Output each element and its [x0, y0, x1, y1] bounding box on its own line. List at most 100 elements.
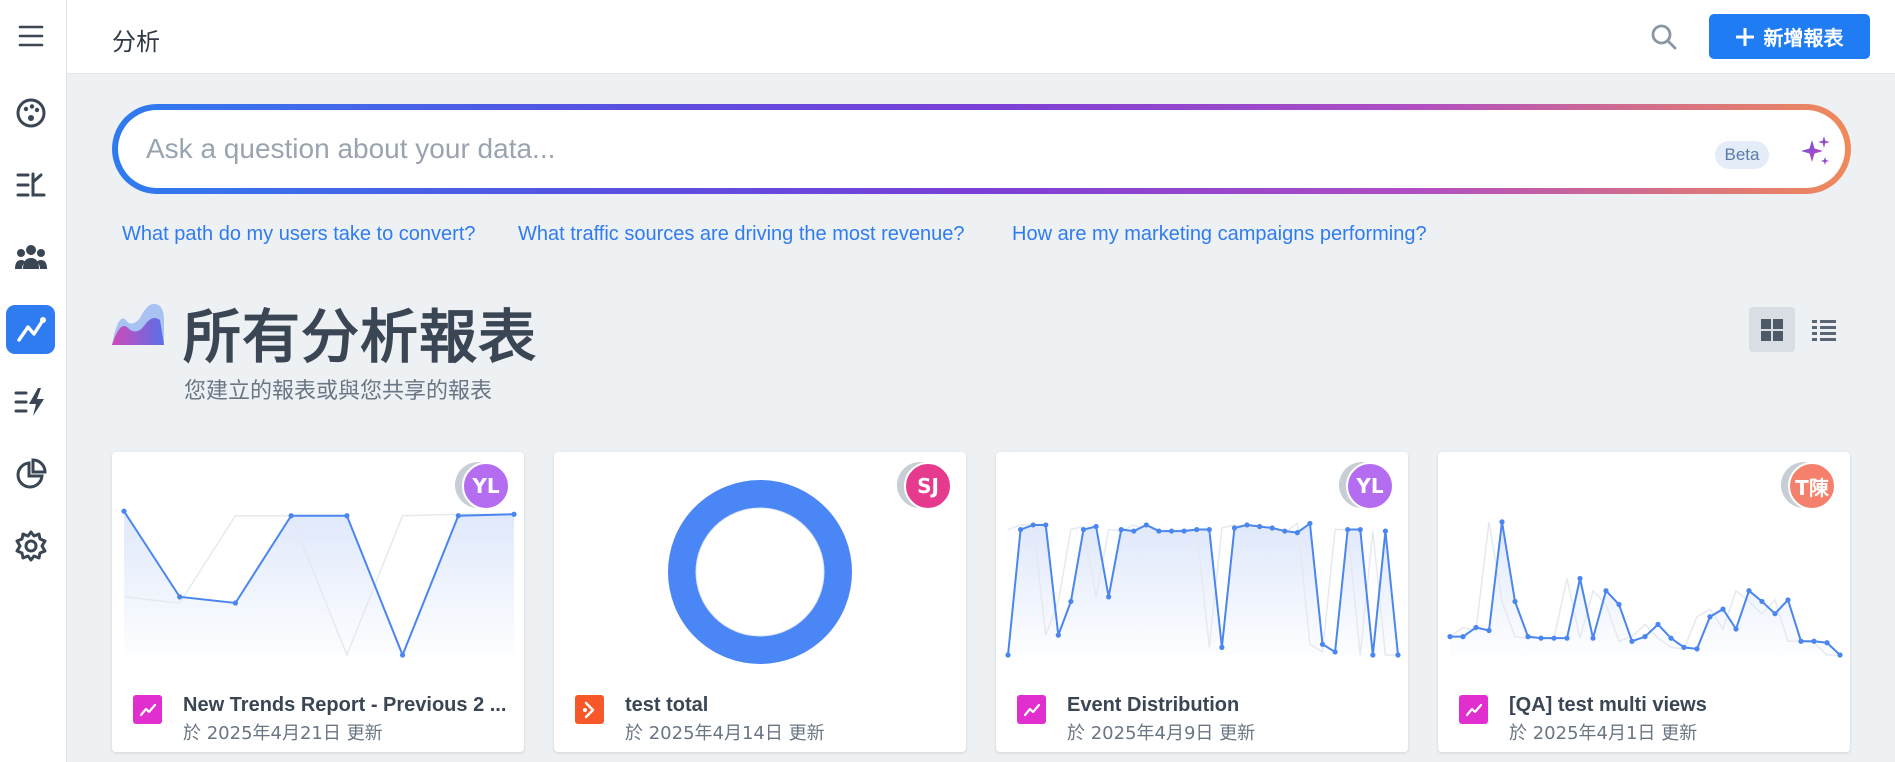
- data-point: [1156, 528, 1162, 534]
- menu-icon: [18, 25, 43, 46]
- report-updated-date: 於 2025年4月9日 更新: [1067, 723, 1256, 744]
- data-point: [1824, 640, 1830, 646]
- data-point: [1512, 598, 1518, 605]
- data-point: [1282, 528, 1288, 534]
- data-point: [1106, 594, 1112, 600]
- data-point: [1219, 644, 1225, 650]
- data-point: [1642, 634, 1648, 640]
- menu-button[interactable]: [6, 11, 55, 60]
- report-card[interactable]: T陳 [QA] test multi views 於 2025年4月1日 更新: [1438, 452, 1850, 752]
- data-point: [399, 652, 406, 658]
- data-point: [1616, 601, 1622, 608]
- suggestion-link-3[interactable]: How are my marketing campaigns performin…: [1012, 223, 1427, 246]
- data-point: [1577, 575, 1583, 582]
- data-point: [1395, 652, 1401, 658]
- data-point: [1811, 638, 1817, 644]
- sidebar-item-dashboard[interactable]: [6, 88, 55, 137]
- new-report-label: 新增報表: [1763, 26, 1844, 50]
- trend-report-icon: [1459, 695, 1488, 724]
- new-report-button[interactable]: 新增報表: [1709, 14, 1870, 59]
- report-updated-date: 於 2025年4月1日 更新: [1509, 723, 1698, 744]
- report-title[interactable]: Event Distribution: [1067, 694, 1397, 717]
- sidebar-item-actions[interactable]: [6, 377, 55, 426]
- data-point: [1759, 598, 1765, 605]
- data-point: [1370, 652, 1376, 658]
- data-point: [1746, 588, 1752, 594]
- report-card[interactable]: YL Event Distribution 於 2025年4月9日 更新: [996, 452, 1408, 752]
- data-point: [1538, 635, 1544, 641]
- owner-avatar[interactable]: YL: [462, 462, 510, 510]
- sidebar-item-flows[interactable]: [6, 160, 55, 209]
- data-point: [1525, 634, 1531, 640]
- page-header-title: 分析: [112, 28, 160, 56]
- pie-icon: [16, 457, 47, 488]
- data-point: [1332, 649, 1338, 655]
- report-card[interactable]: YL New Trends Report - Previous 2 ... 於 20…: [112, 452, 524, 752]
- trend-line-icon: [1023, 703, 1040, 716]
- data-point: [1055, 632, 1061, 638]
- funnel-arrow-icon: [582, 701, 594, 718]
- data-point: [511, 511, 517, 517]
- report-updated-date: 於 2025年4月21日 更新: [183, 723, 383, 744]
- data-point: [1080, 526, 1087, 533]
- section-subtitle: 您建立的報表或與您共享的報表: [184, 379, 493, 404]
- data-point: [1733, 626, 1739, 632]
- data-point: [1269, 525, 1275, 531]
- palette-icon: [16, 98, 45, 127]
- data-point: [288, 513, 294, 519]
- ask-input[interactable]: [146, 130, 1546, 168]
- owner-avatar[interactable]: T陳: [1788, 462, 1836, 510]
- donut-slice: [668, 480, 852, 664]
- data-point: [1131, 528, 1137, 534]
- report-card[interactable]: SJ test total 於 2025年4月14日 更新: [554, 452, 966, 752]
- list-view-button[interactable]: [1801, 307, 1847, 352]
- chart-area: [124, 511, 514, 665]
- data-point: [232, 600, 239, 606]
- flows-icon: [16, 172, 45, 196]
- suggestion-link-1[interactable]: What path do my users take to convert?: [122, 223, 476, 246]
- beta-badge: Beta: [1715, 141, 1769, 169]
- data-point: [1590, 635, 1596, 641]
- data-point: [1043, 522, 1049, 528]
- analytics-trend-icon: [16, 316, 46, 342]
- data-point: [455, 513, 461, 519]
- ask-bar-inner: Beta: [118, 110, 1845, 188]
- section-title: 所有分析報表: [183, 303, 538, 371]
- report-title[interactable]: test total: [625, 694, 955, 717]
- bolt-list-icon: [14, 387, 44, 416]
- sidebar-item-settings[interactable]: [6, 521, 55, 570]
- sparkle-icon: [1801, 136, 1830, 165]
- report-title[interactable]: New Trends Report - Previous 2 ...: [183, 694, 513, 717]
- grid-view-button[interactable]: [1749, 307, 1795, 352]
- data-point: [1551, 635, 1557, 641]
- chart-area: [1450, 521, 1840, 665]
- data-point: [1564, 635, 1570, 641]
- owner-avatar[interactable]: YL: [1346, 462, 1394, 510]
- data-point: [1772, 611, 1778, 617]
- data-point: [1460, 634, 1466, 640]
- data-point: [1294, 530, 1300, 536]
- grid-icon: [1761, 318, 1783, 341]
- data-point: [1707, 614, 1713, 620]
- data-point: [1017, 526, 1024, 533]
- owner-avatar[interactable]: SJ: [904, 462, 952, 510]
- search-button[interactable]: [1647, 20, 1681, 54]
- sidebar-item-users[interactable]: [6, 232, 55, 281]
- sidebar-item-analytics[interactable]: [6, 305, 55, 354]
- data-point: [1068, 598, 1074, 605]
- ai-submit-button[interactable]: [1798, 134, 1832, 168]
- list-icon: [1812, 319, 1836, 341]
- data-point: [1681, 644, 1687, 650]
- data-point: [1345, 526, 1351, 533]
- data-point: [1005, 652, 1011, 658]
- trend-report-icon: [1017, 695, 1046, 724]
- data-point: [1181, 528, 1187, 534]
- plus-icon: [1735, 27, 1754, 46]
- data-point: [1307, 520, 1313, 527]
- trend-line-icon: [1465, 703, 1482, 716]
- suggestion-link-2[interactable]: What traffic sources are driving the mos…: [518, 223, 965, 246]
- sidebar-item-reports[interactable]: [6, 449, 55, 498]
- data-point: [344, 513, 350, 519]
- report-title[interactable]: [QA] test multi views: [1509, 694, 1839, 717]
- data-point: [1499, 519, 1505, 525]
